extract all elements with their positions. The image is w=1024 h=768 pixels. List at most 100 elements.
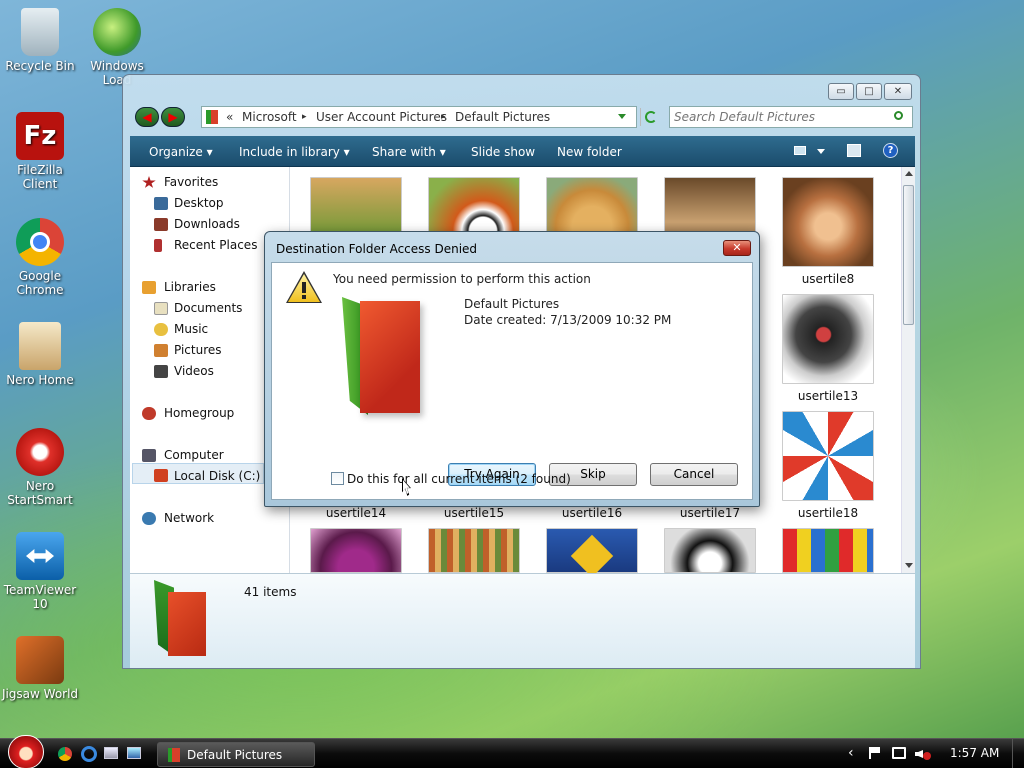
organize-menu[interactable]: Organize ▾: [149, 145, 213, 159]
scroll-down-icon[interactable]: [905, 563, 913, 568]
thumbnail[interactable]: [664, 528, 756, 573]
sidebar-item-pictures[interactable]: Pictures: [174, 343, 222, 357]
item-name: Default Pictures: [464, 297, 560, 311]
music-icon: [154, 323, 168, 336]
back-arrow-icon: ◀: [142, 110, 152, 124]
minimize-icon: ▭: [836, 86, 846, 97]
internet-explorer-icon[interactable]: [81, 746, 97, 762]
apply-all-label[interactable]: Do this for all current items (2 found): [347, 472, 571, 486]
change-view-icon[interactable]: [794, 146, 806, 155]
action-center-flag-icon[interactable]: [869, 747, 880, 759]
sidebar-item-favorites[interactable]: Favorites: [164, 175, 218, 189]
taskbar-item-default-pictures[interactable]: Default Pictures: [157, 742, 315, 767]
forward-button[interactable]: ▶: [161, 107, 185, 127]
breadcrumb-user-account-pictures[interactable]: User Account Pictures: [316, 110, 447, 124]
search-box[interactable]: [669, 106, 913, 128]
dialog-close-button[interactable]: ✕: [723, 240, 751, 256]
new-folder-button[interactable]: New folder: [557, 145, 622, 159]
minimize-button[interactable]: ▭: [828, 83, 854, 100]
show-desktop-icon[interactable]: [104, 747, 118, 759]
thumbnail-label[interactable]: usertile13: [773, 389, 883, 403]
breadcrumb-separator-icon[interactable]: ▸: [441, 112, 446, 122]
breadcrumb-separator-icon[interactable]: ▸: [302, 112, 307, 122]
taskbar-item-label: Default Pictures: [187, 748, 283, 762]
dialog-message: You need permission to perform this acti…: [333, 272, 591, 286]
sidebar-item-music[interactable]: Music: [174, 322, 208, 336]
breadcrumb-microsoft[interactable]: Microsoft: [242, 110, 297, 124]
network-icon: [142, 512, 156, 525]
desktop-icon-chrome[interactable]: Google Chrome: [0, 218, 80, 297]
refresh-button[interactable]: [640, 108, 660, 126]
thumbnail-label[interactable]: usertile15: [419, 506, 529, 520]
thumbnail[interactable]: [310, 528, 402, 573]
search-icon[interactable]: [894, 111, 903, 120]
thumbnail-label[interactable]: usertile18: [773, 506, 883, 520]
search-input[interactable]: [674, 109, 884, 125]
sidebar-item-documents[interactable]: Documents: [174, 301, 242, 315]
preview-pane-icon[interactable]: [847, 144, 861, 157]
scroll-up-icon[interactable]: [905, 171, 913, 176]
desktop-icon-teamviewer[interactable]: TeamViewer 10: [0, 532, 80, 611]
item-count: 41 items: [244, 585, 297, 599]
address-dropdown-icon[interactable]: [618, 114, 626, 119]
close-icon: ✕: [893, 86, 903, 97]
volume-muted-icon[interactable]: [915, 747, 931, 761]
libraries-icon: [142, 281, 156, 294]
sidebar-item-recent-places[interactable]: Recent Places: [174, 238, 257, 252]
tray-chevron-icon[interactable]: ‹: [848, 745, 854, 761]
include-in-library-menu[interactable]: Include in library ▾: [239, 145, 350, 159]
sidebar-item-libraries[interactable]: Libraries: [164, 280, 216, 294]
thumbnail[interactable]: [546, 528, 638, 578]
desktop-icon-nero-startsmart[interactable]: Nero StartSmart: [0, 428, 80, 507]
desktop-icon-nero-home[interactable]: Nero Home: [0, 322, 80, 387]
thumbnail-label[interactable]: usertile16: [537, 506, 647, 520]
address-chevron-icon: «: [226, 110, 234, 124]
thumbnail-label[interactable]: usertile8: [773, 272, 883, 286]
thumbnail[interactable]: [428, 528, 520, 573]
view-dropdown-icon[interactable]: [817, 149, 825, 154]
help-icon[interactable]: ?: [883, 143, 898, 158]
thumbnail[interactable]: [782, 294, 874, 384]
thumbnail-label[interactable]: usertile14: [301, 506, 411, 520]
mouse-cursor-icon: [402, 478, 414, 496]
details-pane: 41 items: [130, 573, 915, 668]
cancel-button[interactable]: Cancel: [650, 463, 738, 486]
address-bar[interactable]: « Microsoft ▸ User Account Pictures ▸ De…: [201, 106, 657, 128]
thumbnail-label[interactable]: usertile17: [655, 506, 765, 520]
sidebar-item-network[interactable]: Network: [164, 511, 214, 525]
button-label: Cancel: [673, 467, 715, 481]
start-button[interactable]: [8, 735, 44, 768]
vertical-scrollbar[interactable]: [901, 167, 915, 573]
scrollbar-thumb[interactable]: [903, 185, 914, 325]
filezilla-icon: Fz: [16, 112, 64, 160]
back-button[interactable]: ◀: [135, 107, 159, 127]
star-icon: [142, 176, 156, 188]
thumbnail[interactable]: [782, 177, 874, 267]
slide-show-button[interactable]: Slide show: [471, 145, 535, 159]
desktop-icon-jigsaw[interactable]: Jigsaw World: [0, 636, 80, 701]
apply-all-checkbox[interactable]: [331, 472, 344, 485]
desktop-icon-filezilla[interactable]: Fz FileZilla Client: [0, 112, 80, 191]
sidebar-item-homegroup[interactable]: Homegroup: [164, 406, 234, 420]
desktop-icon-recycle-bin[interactable]: Recycle Bin: [0, 8, 80, 73]
share-with-menu[interactable]: Share with ▾: [372, 145, 446, 159]
computer-icon: [142, 449, 156, 462]
thumbnail[interactable]: [782, 528, 874, 573]
close-button[interactable]: ✕: [884, 83, 912, 100]
breadcrumb-default-pictures[interactable]: Default Pictures: [455, 110, 550, 124]
thumbnail[interactable]: [782, 411, 874, 501]
sidebar-item-desktop[interactable]: Desktop: [174, 196, 224, 210]
chrome-icon[interactable]: [58, 747, 72, 761]
clock[interactable]: 1:57 AM: [950, 746, 999, 760]
maximize-button[interactable]: □: [856, 83, 882, 100]
show-desktop-button[interactable]: [1012, 739, 1024, 768]
sidebar-item-videos[interactable]: Videos: [174, 364, 214, 378]
recent-places-icon: [154, 239, 162, 252]
desktop-icon-label: Recycle Bin: [5, 59, 75, 73]
sidebar-item-computer[interactable]: Computer: [164, 448, 224, 462]
videos-icon: [154, 365, 168, 378]
network-tray-icon[interactable]: [892, 747, 906, 759]
sidebar-item-local-disk[interactable]: Local Disk (C:): [174, 469, 260, 483]
sidebar-item-downloads[interactable]: Downloads: [174, 217, 240, 231]
switch-windows-icon[interactable]: [127, 747, 141, 759]
